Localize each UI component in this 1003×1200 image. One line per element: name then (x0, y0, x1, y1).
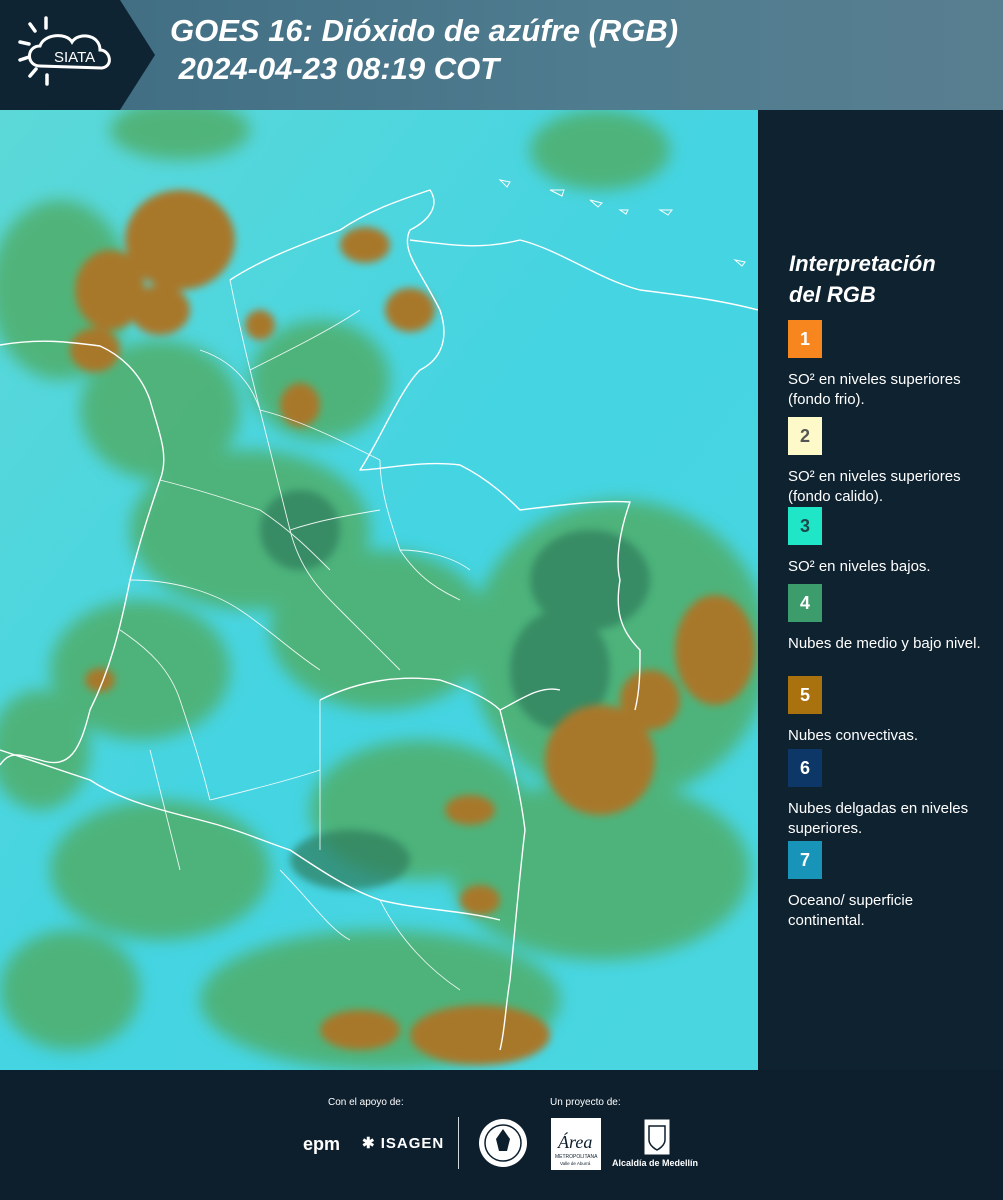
legend-item-6: 6 Nubes delgadas en niveles superiores. (788, 749, 993, 839)
legend-swatch-7: 7 (788, 841, 822, 879)
alcaldia-shield-icon (643, 1118, 671, 1156)
legend-swatch-5: 5 (788, 676, 822, 714)
legend-title-line-2: del RGB (789, 282, 876, 307)
legend-item-1: 1 SO² en niveles superiores (fondo frio)… (788, 320, 993, 410)
medellin-seal-icon (479, 1119, 527, 1167)
logo-text: SIATA (54, 49, 95, 66)
epm-logo: epm (303, 1134, 341, 1154)
isagen-icon: ✱ (362, 1135, 376, 1152)
legend-text-7: Oceano/ superficie continental. (788, 892, 914, 929)
svg-text:Valle de Aburrá: Valle de Aburrá (560, 1161, 591, 1166)
legend-text-1: SO² en niveles superiores (fondo frio). (788, 371, 961, 408)
legend-text-6: Nubes delgadas en niveles superiores. (788, 800, 969, 837)
legend-item-7: 7 Oceano/ superficie continental. (788, 841, 993, 931)
legend-title-line-1: Interpretación (789, 251, 936, 276)
header-bar: SIATA GOES 16: Dióxido de azúfre (RGB) 2… (0, 0, 1003, 110)
legend-text-3: SO² en niveles bajos. (788, 558, 931, 575)
legend-title: Interpretación del RGB (789, 248, 936, 310)
satellite-map[interactable] (0, 110, 758, 1070)
title-line-2: 2024-04-23 08:19 COT (170, 51, 500, 86)
support-label: Con el apoyo de: (328, 1097, 404, 1108)
legend-text-2: SO² en niveles superiores (fondo calido)… (788, 468, 961, 505)
title-line-1: GOES 16: Dióxido de azúfre (RGB) (170, 13, 679, 48)
alcaldia-text: Alcaldía de Medellín (612, 1158, 699, 1168)
legend-swatch-1: 1 (788, 320, 822, 358)
svg-text:METROPOLITANA: METROPOLITANA (555, 1154, 598, 1160)
legend-swatch-4: 4 (788, 584, 822, 622)
legend-swatch-3: 3 (788, 507, 822, 545)
legend-panel: Interpretación del RGB 1 SO² en niveles s… (760, 110, 1003, 1070)
legend-swatch-6: 6 (788, 749, 822, 787)
isagen-text: ISAGEN (380, 1135, 445, 1152)
legend-item-5: 5 Nubes convectivas. (788, 676, 993, 746)
project-label: Un proyecto de: (550, 1097, 621, 1108)
legend-swatch-2: 2 (788, 417, 822, 455)
siata-logo: SIATA (0, 0, 155, 110)
svg-text:Área: Área (557, 1131, 592, 1152)
legend-item-4: 4 Nubes de medio y bajo nivel. (788, 584, 993, 654)
legend-text-4: Nubes de medio y bajo nivel. (788, 635, 981, 652)
isagen-logo: ✱ ISAGEN (362, 1134, 444, 1152)
footer-divider (458, 1117, 459, 1169)
footer: Con el apoyo de: Un proyecto de: epm ✱ I… (0, 1070, 1003, 1200)
area-metropolitana-logo: Área METROPOLITANA Valle de Aburrá (551, 1118, 601, 1170)
legend-item-2: 2 SO² en niveles superiores (fondo calid… (788, 417, 993, 511)
legend-item-3: 3 SO² en niveles bajos. (788, 507, 993, 577)
page-title: GOES 16: Dióxido de azúfre (RGB) 2024-04… (170, 12, 678, 88)
legend-text-5: Nubes convectivas. (788, 727, 919, 744)
